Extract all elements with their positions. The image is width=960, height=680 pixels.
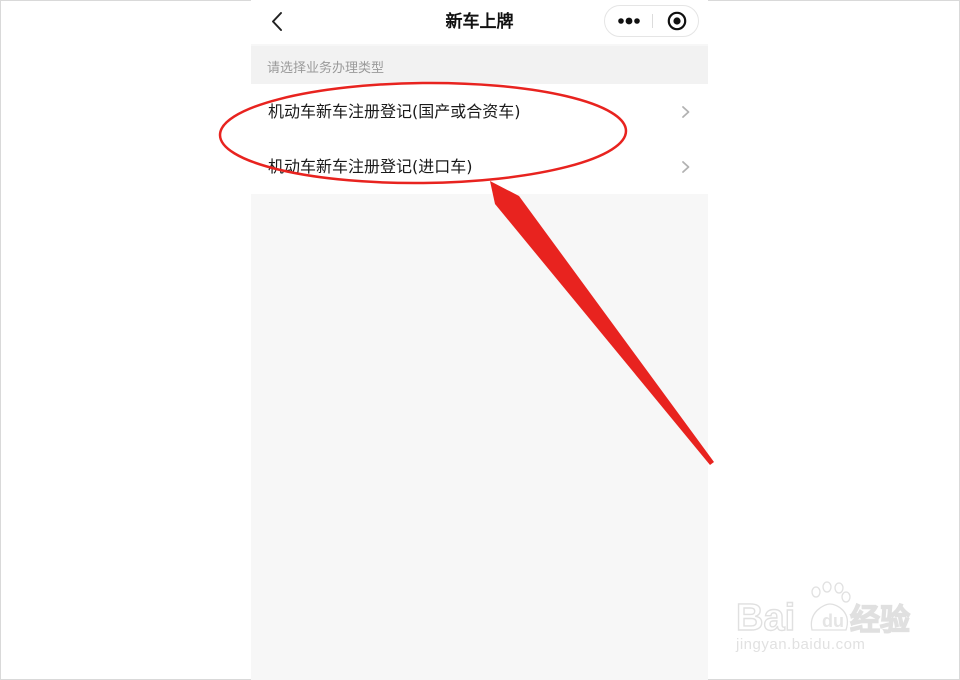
svg-text:经验: 经验 [850,603,910,638]
baidu-jingyan-watermark: Bai du 经验 jingyan.baidu.com [736,578,916,664]
baidu-logo: Bai du 经验 [736,581,911,638]
list-item-domestic-registration[interactable]: 机动车新车注册登记(国产或合资车) [251,84,708,139]
list-item-import-registration[interactable]: 机动车新车注册登记(进口车) [251,139,708,194]
svg-text:du: du [822,611,844,631]
chevron-right-icon [682,161,690,173]
more-button[interactable] [605,6,652,36]
list-item-label: 机动车新车注册登记(进口车) [268,157,473,176]
nav-bar: 新车上牌 [251,0,708,44]
capsule-menu [604,5,699,37]
more-dots-icon [618,17,640,25]
close-button[interactable] [653,6,699,36]
business-type-list: 机动车新车注册登记(国产或合资车) 机动车新车注册登记(进口车) [251,84,708,194]
target-close-icon [667,11,687,31]
section-label: 请选择业务办理类型 [267,61,385,76]
mini-program-screen: 新车上牌 请选择业务办理类型 机动车新车注册登记(国产或合资车) 机动车新车注册… [251,0,708,680]
section-header: 请选择业务办理类型 [251,46,708,84]
list-item-label: 机动车新车注册登记(国产或合资车) [268,102,521,121]
svg-text:Bai: Bai [736,597,795,638]
chevron-right-icon [682,106,690,118]
watermark-url: jingyan.baidu.com [736,636,866,653]
